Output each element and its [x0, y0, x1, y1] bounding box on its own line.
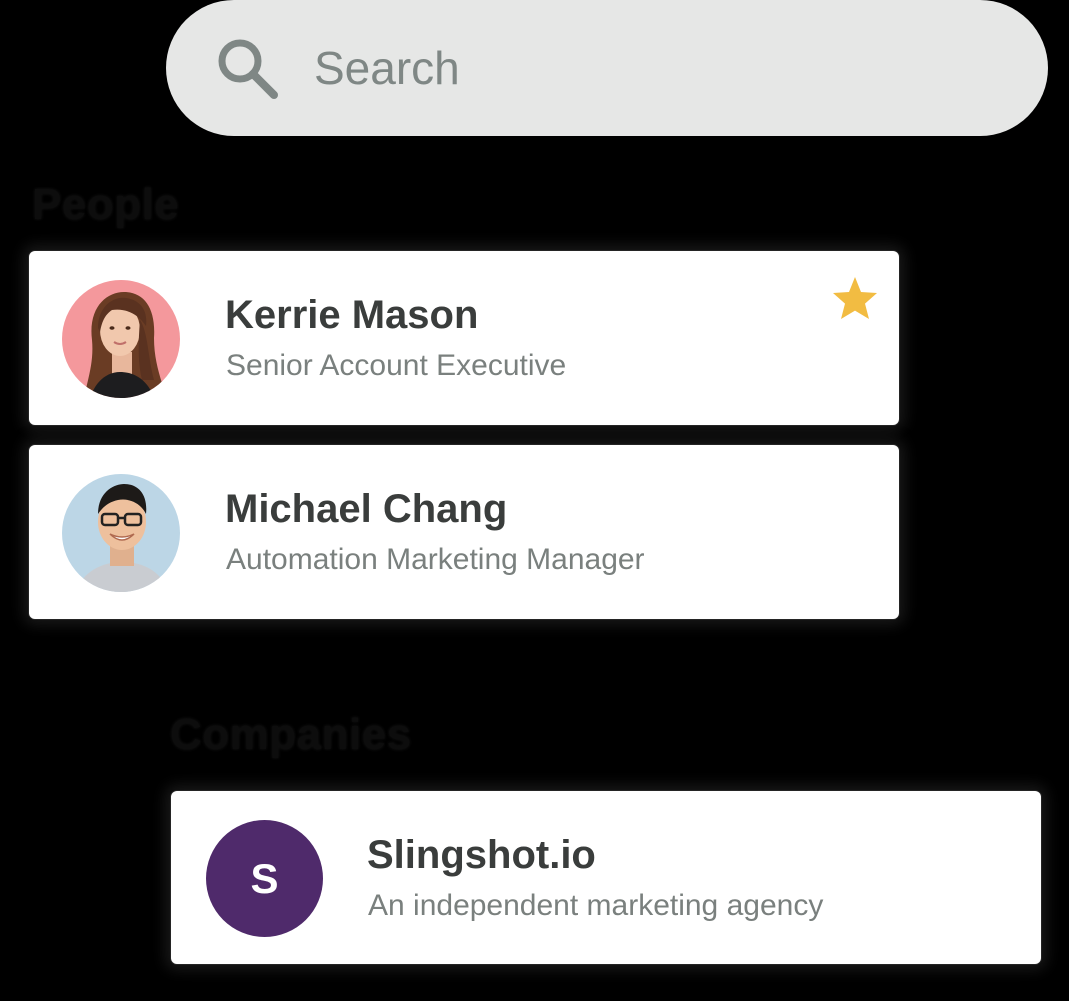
avatar [62, 280, 180, 398]
search-bar[interactable] [166, 0, 1048, 136]
person-name: Michael Chang [225, 487, 508, 531]
person-title: Automation Marketing Manager [226, 543, 645, 576]
michael-avatar-image [62, 474, 180, 592]
company-description: An independent marketing agency [368, 889, 824, 922]
companies-heading: Companies [170, 710, 412, 759]
kerrie-avatar-image [62, 280, 180, 398]
company-logo-letter: S [250, 854, 279, 902]
search-input[interactable] [314, 41, 914, 95]
company-logo: S [206, 820, 323, 937]
star-icon[interactable] [831, 275, 879, 321]
company-name: Slingshot.io [367, 833, 596, 877]
person-title: Senior Account Executive [226, 349, 567, 382]
company-card-slingshot[interactable]: S Slingshot.io An independent marketing … [171, 791, 1041, 964]
people-heading: People [32, 180, 180, 229]
search-icon [218, 39, 278, 99]
person-card-michael-chang[interactable]: Michael Chang Automation Marketing Manag… [29, 445, 899, 619]
person-name: Kerrie Mason [225, 293, 479, 337]
person-card-kerrie-mason[interactable]: Kerrie Mason Senior Account Executive [29, 251, 899, 425]
avatar [62, 474, 180, 592]
